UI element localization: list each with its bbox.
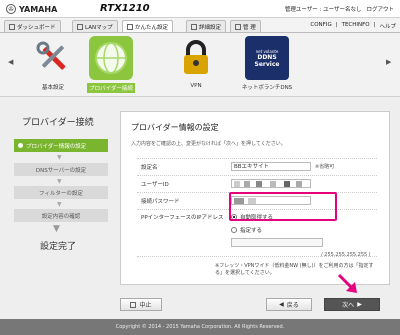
step-filter: フィルターの設定 bbox=[14, 186, 108, 199]
tab-dashboard[interactable]: ダッシュボード bbox=[4, 20, 61, 32]
lock-icon bbox=[174, 36, 218, 80]
back-button[interactable]: ◀ 戻る bbox=[266, 298, 312, 311]
down-arrow-large-icon: ▼ bbox=[53, 224, 60, 234]
radio-button[interactable] bbox=[231, 227, 237, 233]
quick-setup-strip: ◀ 基本設定 プロバイダー接続 VPN net volante DDNS Ser… bbox=[0, 33, 400, 97]
step-provider-info: プロバイダー情報の設定 bbox=[14, 139, 108, 152]
cancel-icon bbox=[130, 301, 137, 308]
back-arrow-icon: ◀ bbox=[279, 301, 284, 308]
pointer-arrow-icon bbox=[337, 273, 357, 293]
setting-name-row: 設定名 BBエキサイト ※省略可 bbox=[137, 158, 377, 172]
quick-basic-settings[interactable]: 基本設定 bbox=[22, 36, 84, 91]
down-arrow-icon: ▼ bbox=[57, 201, 62, 208]
next-arrow-icon: ▶ bbox=[357, 301, 362, 308]
yamaha-logo: ✇ YAMAHA bbox=[6, 4, 57, 14]
tab-lan-map[interactable]: LANマップ bbox=[72, 20, 118, 32]
step-complete: 設定完了 bbox=[40, 242, 77, 252]
wrench-icon bbox=[235, 23, 241, 30]
top-links: CONFIG | TECHINFO | ヘルプ bbox=[310, 22, 396, 30]
down-arrow-icon: ▼ bbox=[57, 154, 62, 161]
logout-link[interactable]: ログアウト bbox=[366, 5, 394, 13]
provider-form: プロバイダー情報の設定 入力内容をご確認の上、変更がなければ「次へ」を押してくだ… bbox=[120, 111, 390, 285]
tuning-fork-icon: ✇ bbox=[6, 4, 16, 14]
scroll-left-icon[interactable]: ◀ bbox=[8, 58, 13, 66]
step-dns-server: DNSサーバーの設定 bbox=[14, 163, 108, 176]
top-bar: ✇ YAMAHA RTX1210 管理ユーザー : ユーザー名なし ログアウト bbox=[0, 0, 400, 18]
ddns-service-icon: net volante DDNS Service bbox=[245, 36, 289, 80]
user-id-field[interactable] bbox=[231, 179, 311, 188]
step-confirm: 設定内容の確認 bbox=[14, 209, 108, 222]
main-tabs: ダッシュボード LANマップ かんたん設定 詳細設定 管 理 CONFIG | … bbox=[0, 18, 400, 33]
netmask-text: / 255.255.255.255 ( bbox=[321, 252, 371, 258]
user-info: 管理ユーザー : ユーザー名なし ログアウト bbox=[285, 5, 394, 13]
techinfo-link[interactable]: TECHINFO bbox=[342, 22, 370, 30]
ip-address-field[interactable] bbox=[231, 238, 323, 247]
highlight-box bbox=[229, 192, 337, 221]
next-button[interactable]: 次へ ▶ bbox=[324, 298, 380, 311]
optional-note: ※省略可 bbox=[315, 164, 335, 170]
tab-advanced[interactable]: 詳細設定 bbox=[186, 20, 227, 32]
lan-map-icon bbox=[77, 23, 83, 30]
quick-provider-connection[interactable]: プロバイダー接続 bbox=[80, 36, 142, 93]
cancel-button[interactable]: 中止 bbox=[120, 298, 162, 311]
user-info-text: 管理ユーザー : ユーザー名なし bbox=[284, 7, 362, 13]
radio-manual[interactable]: 指定する bbox=[231, 226, 262, 234]
advanced-icon bbox=[191, 23, 197, 30]
help-link[interactable]: ヘルプ bbox=[379, 22, 396, 30]
tools-icon bbox=[31, 36, 75, 80]
user-id-row: ユーザーID bbox=[137, 175, 377, 189]
dashboard-icon bbox=[9, 23, 15, 30]
form-title: プロバイダー情報の設定 bbox=[131, 123, 219, 132]
globe-icon bbox=[89, 36, 133, 80]
current-step-icon bbox=[18, 143, 23, 148]
quick-net-volante-dns[interactable]: net volante DDNS Service ネットボランチDNS bbox=[236, 36, 298, 91]
easy-setup-icon bbox=[127, 23, 133, 30]
setting-name-field[interactable]: BBエキサイト bbox=[231, 162, 311, 171]
scroll-right-icon[interactable]: ▶ bbox=[386, 58, 391, 66]
tab-easy-setup[interactable]: かんたん設定 bbox=[122, 20, 174, 32]
quick-vpn[interactable]: VPN bbox=[165, 36, 227, 89]
config-link[interactable]: CONFIG bbox=[310, 22, 331, 30]
brand-name: YAMAHA bbox=[19, 4, 58, 14]
model-name: RTX1210 bbox=[100, 3, 150, 14]
wizard-title: プロバイダー接続 bbox=[22, 118, 94, 128]
down-arrow-icon: ▼ bbox=[57, 178, 62, 185]
tab-management[interactable]: 管 理 bbox=[230, 20, 261, 32]
form-instruction: 入力内容をご確認の上、変更がなければ「次へ」を押してください。 bbox=[131, 141, 286, 147]
footer: Copyright © 2014 - 2015 Yamaha Corporati… bbox=[0, 319, 400, 335]
